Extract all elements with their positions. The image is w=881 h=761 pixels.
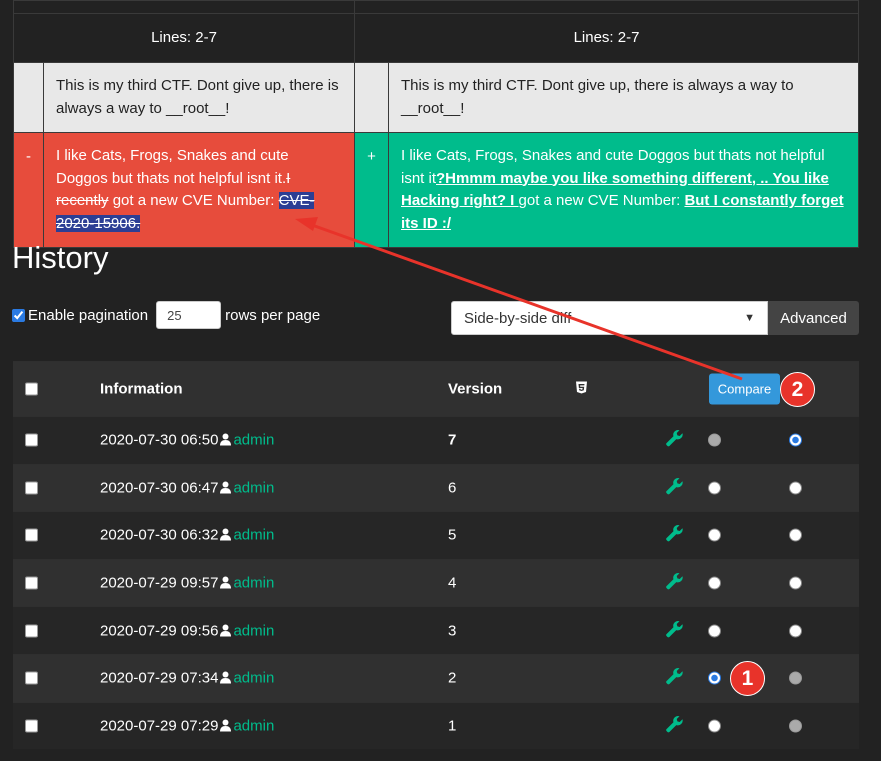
compare-old-radio[interactable] [708, 576, 721, 590]
diff-context-left: This is my third CTF. Dont give up, ther… [43, 62, 355, 133]
row-date: 2020-07-29 09:57 [100, 574, 219, 592]
row-version: 2 [448, 669, 457, 687]
compare-new-radio[interactable] [789, 481, 802, 495]
pagination-controls: Enable pagination rows per page [12, 301, 320, 329]
diff-lines-left: Lines: 2-7 [13, 13, 355, 63]
row-version: 5 [448, 526, 457, 544]
row-information: 2020-07-30 06:47 admin [100, 479, 274, 496]
row-version: 7 [448, 431, 457, 449]
history-title: History [12, 240, 109, 275]
chevron-down-icon: ▼ [744, 312, 755, 324]
compare-old-radio[interactable] [708, 719, 721, 733]
enable-pagination-label: Enable pagination [28, 306, 149, 324]
compare-old-radio[interactable] [708, 433, 721, 447]
diff-table: Lines: 2-7 Lines: 2-7 This is my third C… [13, 0, 859, 248]
history-row: 2020-07-30 06:47 admin 6 [13, 463, 859, 512]
history-row: 2020-07-29 09:56 admin 3 [13, 606, 859, 654]
row-user-link[interactable]: admin [233, 670, 274, 687]
row-checkbox[interactable] [25, 481, 38, 495]
compare-new-radio[interactable] [789, 576, 802, 590]
row-date: 2020-07-29 07:34 [100, 669, 219, 687]
compare-new-radio[interactable] [789, 719, 802, 733]
row-date: 2020-07-29 09:56 [100, 622, 219, 640]
history-row: 2020-07-30 06:50 admin 7 [13, 416, 859, 464]
row-date: 2020-07-29 07:29 [100, 717, 219, 735]
row-information: 2020-07-29 09:57 admin [100, 575, 274, 592]
compare-new-radio[interactable] [789, 528, 802, 542]
row-information: 2020-07-30 06:50 admin [100, 432, 274, 449]
user-icon [220, 528, 232, 541]
row-version: 1 [448, 717, 457, 735]
row-user-link[interactable]: admin [233, 717, 274, 734]
row-date: 2020-07-30 06:47 [100, 479, 219, 497]
diff-context-right: This is my third CTF. Dont give up, ther… [388, 62, 859, 133]
row-user-link[interactable]: admin [233, 527, 274, 544]
row-checkbox[interactable] [25, 528, 38, 542]
row-information: 2020-07-29 07:34 admin [100, 670, 274, 687]
row-version: 6 [448, 479, 457, 497]
compare-new-radio[interactable] [789, 624, 802, 638]
rows-per-page-input[interactable] [156, 301, 222, 329]
row-information: 2020-07-29 09:56 admin [100, 622, 274, 639]
row-version: 4 [448, 574, 457, 592]
column-version: Version [448, 380, 503, 398]
select-all-checkbox[interactable] [25, 382, 38, 396]
history-row: 2020-07-29 09:57 admin 4 [13, 558, 859, 607]
row-date: 2020-07-30 06:32 [100, 526, 219, 544]
diff-inserted-text: I like Cats, Frogs, Snakes and cute Dogg… [388, 132, 859, 248]
row-user-link[interactable]: admin [233, 479, 274, 496]
compare-old-radio[interactable] [708, 481, 721, 495]
compare-old-radio[interactable] [708, 624, 721, 638]
user-icon [220, 481, 232, 494]
wrench-icon[interactable] [666, 477, 683, 498]
html5-icon [576, 381, 587, 397]
enable-pagination-checkbox[interactable] [12, 308, 25, 322]
wrench-icon[interactable] [666, 620, 683, 641]
user-icon [220, 576, 232, 589]
row-user-link[interactable]: admin [233, 622, 274, 639]
wrench-icon[interactable] [666, 573, 683, 594]
history-header-row: Information Version Compare [13, 361, 859, 416]
row-version: 3 [448, 622, 457, 640]
wrench-icon[interactable] [666, 715, 683, 736]
annotation-badge-1: 1 [730, 661, 765, 696]
wrench-icon[interactable] [666, 525, 683, 546]
rows-per-page-label: rows per page [225, 306, 321, 324]
diff-del-marker: - [13, 132, 44, 248]
compare-new-radio[interactable] [789, 671, 802, 685]
diff-view-selected: Side-by-side diff [464, 309, 572, 327]
row-information: 2020-07-30 06:32 admin [100, 527, 274, 544]
row-checkbox[interactable] [25, 433, 38, 447]
user-icon [220, 671, 232, 684]
diff-view-select[interactable]: Side-by-side diff ▼ [451, 301, 768, 335]
advanced-button[interactable]: Advanced [768, 301, 859, 335]
row-checkbox[interactable] [25, 671, 38, 685]
annotation-badge-2: 2 [780, 372, 815, 407]
diff-deleted-text: I like Cats, Frogs, Snakes and cute Dogg… [43, 132, 355, 248]
column-information: Information [100, 380, 183, 398]
diff-lines-right: Lines: 2-7 [354, 13, 859, 63]
history-table: Information Version Compare 2020-07-30 0… [13, 361, 859, 750]
row-information: 2020-07-29 07:29 admin [100, 717, 274, 734]
wrench-icon[interactable] [666, 668, 683, 689]
history-row: 2020-07-29 07:29 admin 1 [13, 701, 859, 750]
wrench-icon[interactable] [666, 430, 683, 451]
row-checkbox[interactable] [25, 576, 38, 590]
row-date: 2020-07-30 06:50 [100, 431, 219, 449]
diff-ins-marker: + [354, 132, 389, 248]
row-checkbox[interactable] [25, 719, 38, 733]
history-row: 2020-07-30 06:32 admin 5 [13, 511, 859, 559]
row-user-link[interactable]: admin [233, 575, 274, 592]
compare-old-radio[interactable] [708, 528, 721, 542]
compare-button[interactable]: Compare [709, 373, 780, 405]
user-icon [220, 433, 232, 446]
user-icon [220, 719, 232, 732]
row-checkbox[interactable] [25, 624, 38, 638]
compare-new-radio[interactable] [789, 433, 802, 447]
row-user-link[interactable]: admin [233, 432, 274, 449]
compare-old-radio[interactable] [708, 671, 721, 685]
user-icon [220, 624, 232, 637]
